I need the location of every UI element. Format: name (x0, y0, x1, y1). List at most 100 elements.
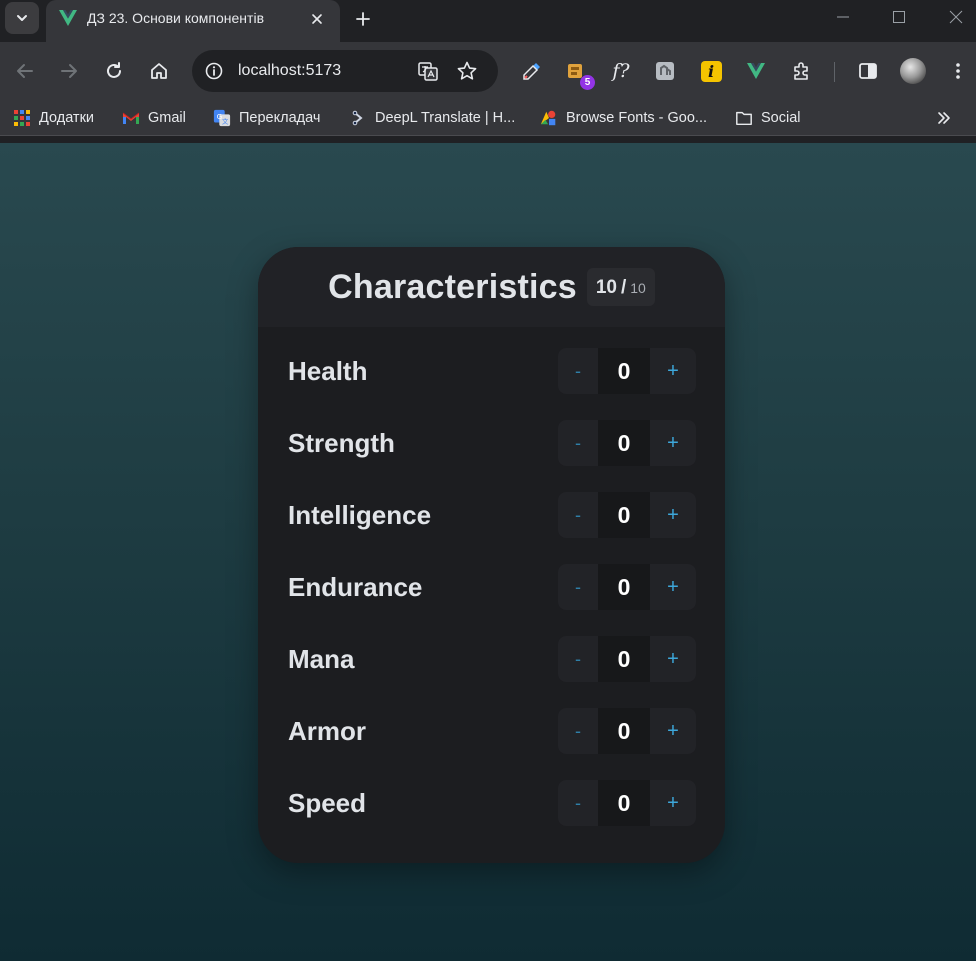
maximize-icon (893, 11, 905, 23)
decrement-button[interactable]: - (558, 420, 598, 466)
home-icon (151, 63, 167, 79)
stat-name: Health (288, 356, 368, 386)
bookmark-deepl[interactable]: DeepL Translate | H... (349, 106, 515, 130)
bookmarks-overflow-button[interactable] (932, 106, 956, 130)
deepl-icon (349, 109, 367, 127)
google-translate-icon: G文 (213, 109, 231, 127)
bookmark-apps[interactable]: Додатки (13, 106, 94, 130)
eyedropper-icon (523, 63, 540, 80)
increment-button[interactable]: + (650, 492, 696, 538)
new-tab-button[interactable] (349, 5, 377, 33)
decrement-button[interactable]: - (558, 780, 598, 826)
decrement-button[interactable]: - (558, 708, 598, 754)
arrow-right-icon (61, 64, 77, 78)
stat-name: Mana (288, 644, 355, 674)
chevron-down-icon (17, 15, 27, 21)
stat-stepper: - 0 + (558, 780, 696, 826)
side-panel-button[interactable] (853, 56, 883, 86)
increment-button[interactable]: + (650, 708, 696, 754)
extensions-menu-button[interactable] (787, 56, 817, 86)
stat-value: 0 (617, 501, 631, 528)
stat-row-armor: Armor - 0 + (288, 708, 696, 754)
stat-value: 0 (617, 357, 631, 384)
stat-stepper: - 0 + (558, 708, 696, 754)
chrome-menu-button[interactable] (943, 56, 973, 86)
maximize-button[interactable] (871, 0, 927, 34)
arrow-left-icon (17, 64, 33, 78)
stat-stepper: - 0 + (558, 348, 696, 394)
i-extension[interactable]: i (696, 56, 726, 86)
increment-button[interactable]: + (650, 780, 696, 826)
stat-row-endurance: Endurance - 0 + (288, 564, 696, 610)
reload-button[interactable] (98, 55, 130, 87)
bookmark-label: DeepL Translate | H... (375, 110, 516, 126)
bookmark-star-button[interactable] (455, 59, 479, 83)
stat-stepper: - 0 + (558, 492, 696, 538)
decrement-button[interactable]: - (558, 492, 598, 538)
stat-name: Armor (288, 716, 367, 746)
tab-title: ДЗ 23. Основи компонентів (87, 10, 265, 26)
font-finder-extension[interactable]: f? (606, 56, 636, 86)
increment-button[interactable]: + (650, 636, 696, 682)
profile-button[interactable] (898, 56, 928, 86)
forward-button[interactable] (53, 55, 85, 87)
apps-grid-icon (13, 109, 31, 127)
tab-search-button[interactable] (5, 2, 39, 34)
bookmark-label: Gmail (148, 110, 186, 126)
vue-devtools-icon (747, 63, 765, 79)
avatar (900, 58, 926, 84)
extension-badge-count: 5 (580, 75, 595, 90)
tab-close-button[interactable] (306, 8, 328, 30)
toolbar: localhost:5173 5 f? i (0, 42, 976, 100)
home-button[interactable] (143, 55, 175, 87)
bookmark-google-fonts[interactable]: Browse Fonts - Goo... (540, 106, 707, 130)
font-finder-icon: f? (612, 60, 630, 82)
screenshot-extension[interactable] (650, 56, 680, 86)
back-button[interactable] (9, 55, 41, 87)
translate-page-button[interactable] (416, 59, 440, 83)
stat-stepper: - 0 + (558, 420, 696, 466)
close-icon (949, 10, 963, 24)
i-ext-icon: i (700, 60, 722, 82)
decrement-button[interactable]: - (558, 564, 598, 610)
stat-name: Endurance (288, 572, 423, 602)
decrement-button[interactable]: - (558, 636, 598, 682)
vue-logo-icon (59, 10, 77, 26)
stat-value: 0 (617, 789, 631, 816)
bookmark-label: Browse Fonts - Goo... (566, 110, 708, 126)
increment-button[interactable]: + (650, 420, 696, 466)
bookmark-folder-social[interactable]: Social (735, 106, 801, 130)
stat-value: 0 (617, 645, 631, 672)
bookmark-label: Перекладач (239, 110, 321, 126)
increment-button[interactable]: + (650, 348, 696, 394)
gmail-icon (122, 109, 140, 127)
points-separator: / (620, 277, 627, 298)
vue-devtools-extension[interactable] (741, 56, 771, 86)
decrement-button[interactable]: - (558, 348, 598, 394)
window-close-button[interactable] (928, 0, 976, 34)
increment-button[interactable]: + (650, 564, 696, 610)
minimize-button[interactable] (815, 0, 871, 34)
minimize-icon (837, 16, 849, 18)
bookmark-gmail[interactable]: Gmail (122, 106, 186, 130)
star-icon (457, 61, 477, 80)
extensions-puzzle-icon (794, 62, 808, 80)
stat-name: Speed (288, 788, 367, 818)
stat-row-strength: Strength - 0 + (288, 420, 696, 466)
bookmark-translate[interactable]: G文 Перекладач (213, 106, 320, 130)
site-info-button[interactable] (202, 59, 226, 83)
points-max: 10 (630, 280, 646, 296)
plus-icon (356, 12, 370, 26)
characteristics-card: Characteristics 10 / 10 Health - 0 + Str… (258, 247, 725, 863)
stat-row-intelligence: Intelligence - 0 + (288, 492, 696, 538)
bookmarks-bar: Додатки Gmail G文 Перекладач DeepL Transl… (0, 100, 976, 136)
active-tab[interactable]: ДЗ 23. Основи компонентів (46, 0, 340, 42)
address-bar[interactable]: localhost:5173 (192, 50, 498, 92)
stat-stepper: - 0 + (558, 564, 696, 610)
badge-extension[interactable]: 5 (561, 56, 595, 90)
stat-name: Intelligence (288, 500, 432, 530)
points-badge: 10 / 10 (586, 268, 655, 306)
color-picker-extension[interactable] (517, 56, 547, 86)
stat-value: 0 (617, 429, 631, 456)
svg-text:文: 文 (222, 116, 229, 125)
